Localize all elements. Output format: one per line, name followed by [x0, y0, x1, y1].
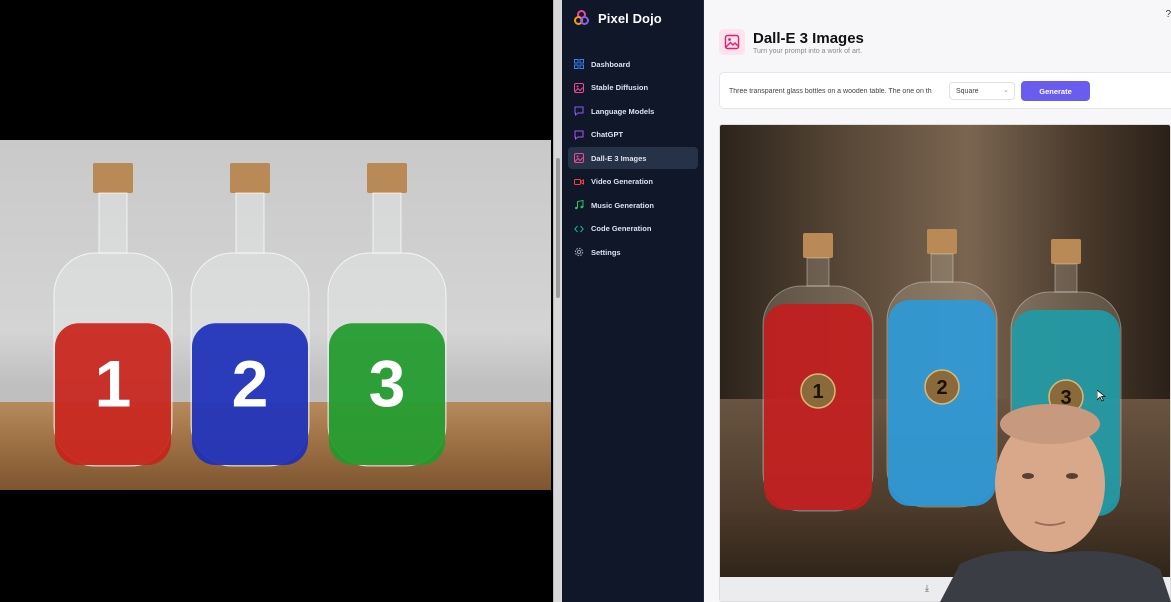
mouse-cursor-icon — [1097, 390, 1106, 402]
image-frame-icon — [574, 153, 584, 163]
webcam-overlay — [940, 404, 1171, 602]
chevron-down-icon: ⌄ — [1003, 87, 1009, 94]
prompt-card: Square ⌄ Generate — [719, 72, 1171, 109]
brand[interactable]: Pixel Dojo — [574, 9, 662, 27]
sidebar-item-stable-diffusion[interactable]: Stable Diffusion — [568, 77, 698, 99]
cork — [1051, 239, 1081, 264]
sidebar-item-music-generation[interactable]: Music Generation — [568, 194, 698, 216]
sidebar-item-label: Language Models — [591, 106, 655, 116]
bottle-neck — [235, 192, 265, 254]
reference-bottles: 1 2 3 — [53, 163, 447, 467]
window-splitter[interactable] — [553, 0, 562, 602]
page-subtitle: Turn your prompt into a work of art. — [753, 47, 863, 55]
bottle-neck — [98, 192, 128, 254]
video-camera-icon — [574, 177, 584, 187]
screen: 1 2 3 Pixel Dojo Dashboard Stable Diffusion… — [0, 0, 1171, 602]
sidebar-nav: Dashboard Stable Diffusion Language Models… — [568, 53, 698, 265]
sidebar-item-dashboard[interactable]: Dashboard — [568, 53, 698, 75]
image-frame-icon — [719, 29, 745, 55]
presenter-eye-right — [1066, 473, 1078, 479]
generate-button[interactable]: Generate — [1021, 81, 1090, 101]
page-header: Dall-E 3 Images Turn your prompt into a … — [719, 29, 864, 55]
help-icon[interactable]: ? — [1165, 9, 1171, 20]
cork — [927, 229, 957, 254]
bottle-neck — [372, 192, 402, 254]
chat-bubble-icon — [574, 106, 584, 116]
sidebar-item-dall-e-3-images[interactable]: Dall-E 3 Images — [568, 147, 698, 169]
prompt-input[interactable] — [729, 83, 947, 99]
cork — [803, 233, 833, 258]
bottle: 3 — [327, 163, 447, 467]
presenter-head — [1000, 404, 1100, 444]
sidebar-item-video-generation[interactable]: Video Generation — [568, 171, 698, 193]
brand-name: Pixel Dojo — [598, 10, 662, 26]
bottle-neck — [1054, 263, 1078, 293]
sidebar-item-settings[interactable]: Settings — [568, 241, 698, 263]
bottle-number: 1 — [812, 381, 823, 403]
sidebar-item-chatgpt[interactable]: ChatGPT — [568, 124, 698, 146]
reference-image: 1 2 3 — [0, 140, 551, 490]
overlapping-circles-logo — [574, 10, 590, 26]
bottle-number: 2 — [232, 346, 269, 420]
code-brackets-icon — [574, 224, 584, 234]
bottle-neck — [930, 253, 954, 283]
sidebar-item-label: Dall-E 3 Images — [591, 153, 647, 163]
sidebar-item-language-models[interactable]: Language Models — [568, 100, 698, 122]
bottle-number: 1 — [95, 346, 132, 420]
sidebar-item-label: Stable Diffusion — [591, 83, 649, 92]
sidebar-item-label: Settings — [591, 247, 621, 257]
sidebar-item-label: Dashboard — [591, 59, 631, 69]
presenter-eye-left — [1022, 473, 1034, 479]
page-title: Dall-E 3 Images — [753, 29, 864, 47]
size-select[interactable]: Square ⌄ — [949, 82, 1015, 100]
sidebar-item-label: Video Generation — [591, 177, 653, 186]
grid-icon — [574, 59, 584, 69]
bottle: 1 — [762, 233, 874, 512]
sidebar-item-label: Music Generation — [591, 200, 654, 210]
bottle: 1 — [53, 163, 173, 467]
gear-icon — [574, 247, 584, 257]
chat-bubble-icon — [574, 130, 584, 140]
cork — [367, 163, 407, 193]
music-note-icon — [574, 200, 584, 210]
cork — [93, 163, 133, 193]
splitter-handle[interactable] — [556, 158, 560, 298]
bottle-number: 3 — [369, 346, 406, 420]
download-icon[interactable]: ⤓ — [925, 583, 929, 594]
bottle: 2 — [190, 163, 310, 467]
image-frame-icon — [574, 82, 584, 93]
size-select-value: Square — [956, 87, 979, 95]
bottle-neck — [806, 257, 830, 287]
sidebar-item-label: ChatGPT — [591, 130, 624, 139]
bottle-number: 2 — [936, 377, 947, 399]
cork — [230, 163, 270, 193]
presenter-shirt — [940, 550, 1171, 602]
sidebar-item-code-generation[interactable]: Code Generation — [568, 218, 698, 240]
sidebar-item-label: Code Generation — [591, 224, 652, 233]
reference-image-pane: 1 2 3 — [0, 0, 553, 602]
sidebar: Pixel Dojo Dashboard Stable Diffusion Lang… — [562, 0, 704, 602]
